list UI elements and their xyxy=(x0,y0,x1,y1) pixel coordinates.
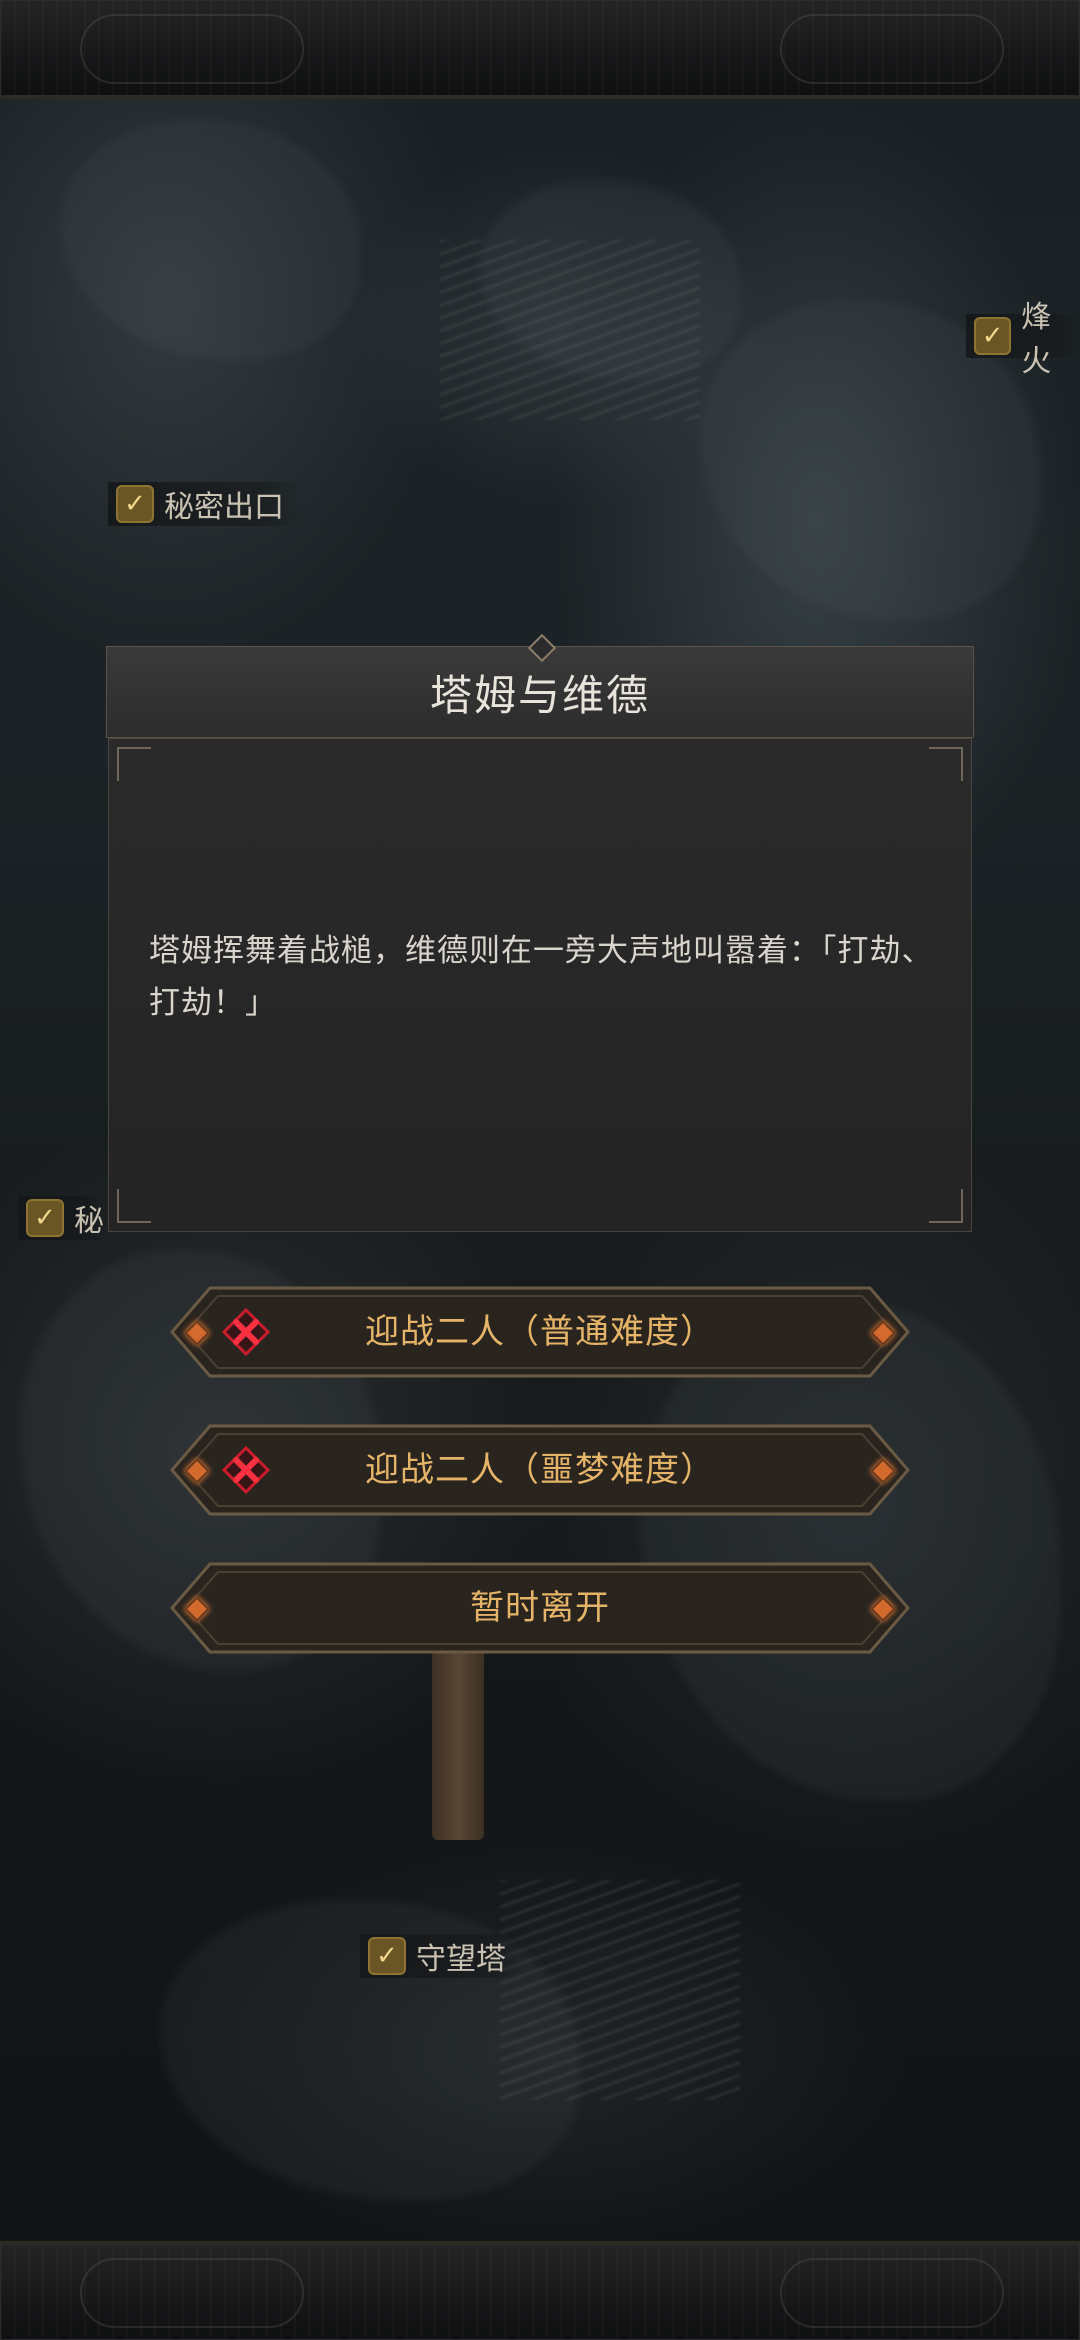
checkmark-icon: ✓ xyxy=(116,485,154,523)
dialog-title: 塔姆与维德 xyxy=(429,670,650,720)
map-stairs xyxy=(440,240,700,420)
map-marker-secret[interactable]: ✓ 秘 xyxy=(18,1196,104,1240)
option-label: 迎战二人（噩梦难度） xyxy=(365,1450,715,1490)
option-fight-normal[interactable]: 迎战二人（普通难度） xyxy=(170,1286,910,1378)
checkmark-icon: ✓ xyxy=(368,1937,406,1975)
corner-ornament xyxy=(117,747,151,781)
frame-ornament xyxy=(780,14,1004,84)
marker-label: 秘密出口 xyxy=(164,490,284,525)
option-leave[interactable]: 暂时离开 xyxy=(170,1562,910,1654)
dialog-text: 塔姆挥舞着战槌，维德则在一旁大声地叫嚣着：「打劫、打劫！」 xyxy=(149,933,934,1021)
corner-ornament xyxy=(929,1189,963,1223)
bottom-frame xyxy=(0,2241,1080,2340)
frame-ornament xyxy=(80,14,304,84)
option-label: 暂时离开 xyxy=(470,1588,610,1628)
map-rock xyxy=(60,120,360,360)
map-stairs xyxy=(500,1880,740,2100)
checkmark-icon: ✓ xyxy=(26,1199,64,1237)
checkmark-icon: ✓ xyxy=(974,317,1012,355)
game-screen: ✓ 秘密出口 ✓ 烽火 ✓ 秘 ✓ 守望塔 塔姆与维德 塔姆挥舞着战槌，维德则在… xyxy=(0,0,1080,2340)
map-marker-secret-exit[interactable]: ✓ 秘密出口 xyxy=(108,482,302,526)
marker-label: 烽火 xyxy=(1021,300,1052,379)
top-frame xyxy=(0,0,1080,99)
corner-ornament xyxy=(929,747,963,781)
dialog-header: 塔姆与维德 xyxy=(106,633,974,738)
map-marker-beacon[interactable]: ✓ 烽火 xyxy=(966,300,1080,379)
marker-label: 秘 xyxy=(74,1204,104,1239)
tower-pillar xyxy=(432,1650,484,1840)
corner-ornament xyxy=(117,1189,151,1223)
option-label: 迎战二人（普通难度） xyxy=(365,1312,715,1352)
dialog-body: 塔姆挥舞着战槌，维德则在一旁大声地叫嚣着：「打劫、打劫！」 xyxy=(108,738,972,1232)
diamond-ornament-icon xyxy=(527,633,557,663)
frame-ornament xyxy=(80,2258,304,2328)
event-dialog: 塔姆与维德 塔姆挥舞着战槌，维德则在一旁大声地叫嚣着：「打劫、打劫！」 xyxy=(106,633,974,1232)
marker-label: 守望塔 xyxy=(416,1942,506,1977)
option-fight-nightmare[interactable]: 迎战二人（噩梦难度） xyxy=(170,1424,910,1516)
frame-ornament xyxy=(780,2258,1004,2328)
map-marker-watchtower[interactable]: ✓ 守望塔 xyxy=(360,1934,524,1978)
